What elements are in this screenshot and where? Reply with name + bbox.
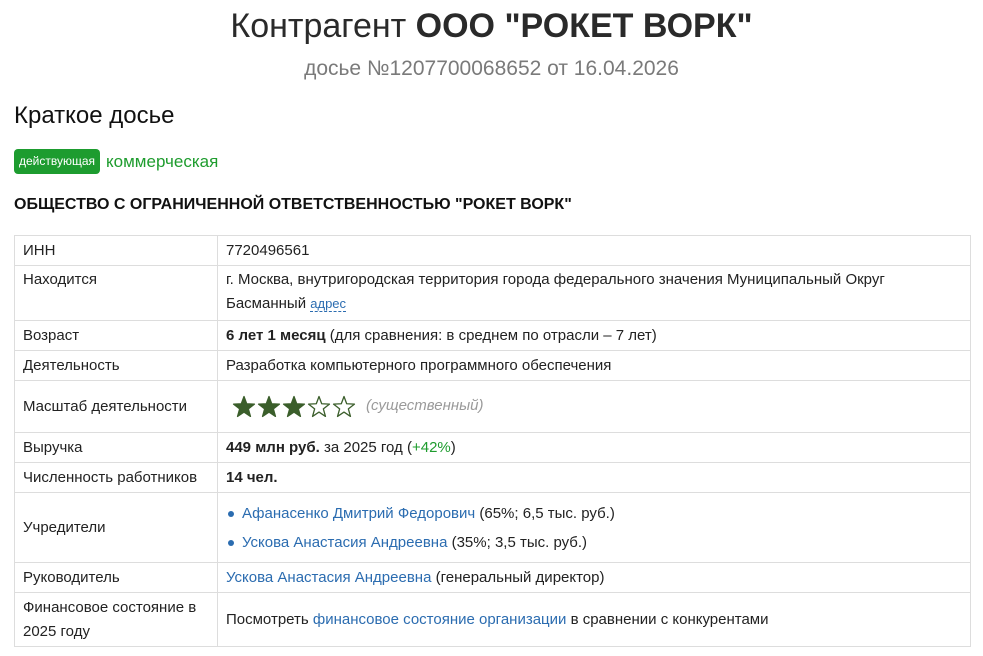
activity-value: Разработка компьютерного программного об…	[217, 350, 971, 381]
revenue-cell: 449 млн руб. за 2025 год (+42%)	[217, 432, 971, 463]
page-title: Контрагент ООО "РОКЕТ ВОРК"	[0, 6, 983, 46]
organization-full-name: ОБЩЕСТВО С ОГРАНИЧЕННОЙ ОТВЕТСТВЕННОСТЬЮ…	[14, 196, 572, 213]
row-label: Учредители	[14, 492, 218, 563]
table-row-founders: Учредители Афанасенко Дмитрий Федорович …	[14, 492, 971, 563]
table-row-employees: Численность работников 14 чел.	[14, 462, 971, 493]
star-filled-icon	[232, 395, 256, 417]
founder-link[interactable]: Афанасенко Дмитрий Федорович	[242, 505, 475, 522]
financial-state-link[interactable]: финансовое состояние организации	[313, 611, 567, 628]
rating-stars	[232, 395, 357, 419]
status-badge: действующая	[14, 149, 101, 174]
address-link[interactable]: адрес	[310, 296, 347, 312]
age-comparison: (для сравнения: в среднем по отрасли – 7…	[325, 326, 657, 344]
dossier-page: Контрагент ООО "РОКЕТ ВОРК" досье №12077…	[0, 0, 983, 656]
table-row-director: Руководитель Ускова Анастасия Андреевна …	[14, 562, 971, 593]
row-label: ИНН	[14, 235, 218, 266]
table-row-inn: ИНН 7720496561	[14, 235, 971, 266]
list-item: Ускова Анастасия Андреевна (35%; 3,5 тыс…	[226, 528, 962, 557]
employees-cell: 14 чел.	[217, 462, 971, 493]
founders-cell: Афанасенко Дмитрий Федорович (65%; 6,5 т…	[217, 492, 971, 563]
row-label: Численность работников	[14, 462, 218, 493]
director-cell: Ускова Анастасия Андреевна (генеральный …	[217, 562, 971, 593]
info-table: ИНН 7720496561 Находится г. Москва, внут…	[14, 235, 971, 647]
finance-cell: Посмотреть финансовое состояние организа…	[217, 592, 971, 647]
title-company: ООО "РОКЕТ ВОРК"	[415, 7, 753, 45]
scale-label: (существенный)	[366, 397, 484, 415]
row-label: Масштаб деятельности	[14, 380, 218, 433]
table-row-scale: Масштаб деятельности (существенный)	[14, 380, 971, 433]
star-empty-icon	[307, 395, 331, 417]
title-prefix: Контрагент	[230, 7, 407, 45]
revenue-value: 449 млн руб.	[226, 438, 320, 456]
star-filled-icon	[282, 395, 306, 417]
founder-share: (35%; 3,5 тыс. руб.)	[447, 533, 588, 551]
row-label: Деятельность	[14, 350, 218, 381]
table-row-finance: Финансовое состояние в 2025 году Посмотр…	[14, 592, 971, 647]
founders-list: Афанасенко Дмитрий Федорович (65%; 6,5 т…	[226, 499, 962, 557]
age-value: 6 лет 1 месяц	[226, 326, 326, 344]
organization-type: коммерческая	[106, 151, 219, 171]
row-label: Руководитель	[14, 562, 218, 593]
dossier-subtitle: досье №1207700068652 от 16.04.2026	[304, 57, 679, 80]
row-label: Возраст	[14, 320, 218, 351]
table-row-location: Находится г. Москва, внутригородская тер…	[14, 265, 971, 321]
employees-value: 14 чел.	[226, 468, 278, 486]
director-link[interactable]: Ускова Анастасия Андреевна	[226, 569, 431, 586]
scale-cell: (существенный)	[217, 380, 971, 433]
row-label: Финансовое состояние в 2025 году	[14, 592, 218, 647]
location-cell: г. Москва, внутригородская территория го…	[217, 265, 971, 321]
star-empty-icon	[332, 395, 356, 417]
finance-suffix: в сравнении с конкурентами	[566, 610, 769, 628]
table-row-age: Возраст 6 лет 1 месяц (для сравнения: в …	[14, 320, 971, 351]
revenue-close: )	[450, 438, 456, 456]
founder-share: (65%; 6,5 тыс. руб.)	[475, 504, 615, 522]
finance-prefix: Посмотреть	[226, 610, 313, 628]
list-item: Афанасенко Дмитрий Федорович (65%; 6,5 т…	[226, 499, 962, 528]
status-line: действующая коммерческая	[14, 148, 218, 175]
table-row-revenue: Выручка 449 млн руб. за 2025 год (+42%)	[14, 432, 971, 463]
section-title: Краткое досье	[14, 102, 175, 129]
row-label: Находится	[14, 265, 218, 321]
revenue-change: +42%	[411, 438, 451, 456]
row-label: Выручка	[14, 432, 218, 463]
age-cell: 6 лет 1 месяц (для сравнения: в среднем …	[217, 320, 971, 351]
revenue-year: за 2025 год (	[319, 438, 412, 456]
star-filled-icon	[257, 395, 281, 417]
table-row-activity: Деятельность Разработка компьютерного пр…	[14, 350, 971, 381]
director-role: (генеральный директор)	[431, 568, 605, 586]
inn-value: 7720496561	[217, 235, 971, 266]
founder-link[interactable]: Ускова Анастасия Андреевна	[242, 534, 447, 551]
